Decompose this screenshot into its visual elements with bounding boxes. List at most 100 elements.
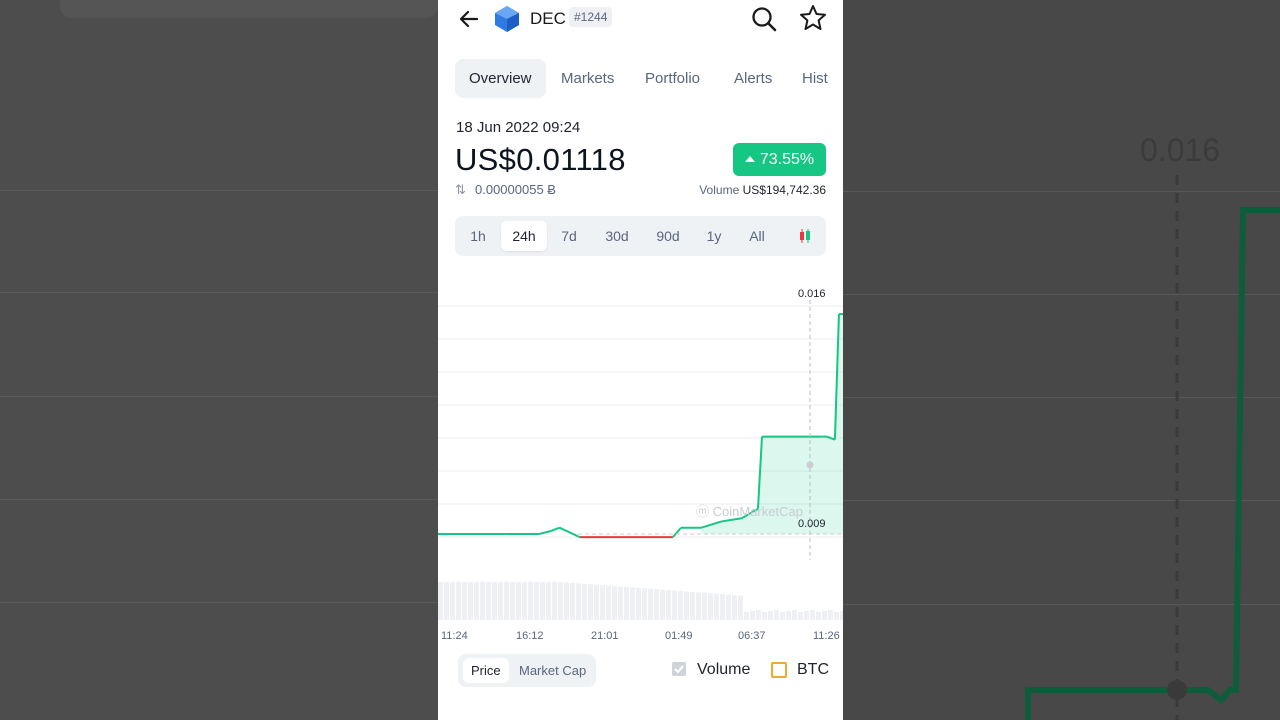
search-icon[interactable] [750, 5, 778, 33]
volume-bar [642, 588, 647, 620]
time-range-selector: 1h 24h 7d 30d 90d 1y All [455, 216, 826, 256]
price-line-segment [538, 529, 552, 535]
price-chart[interactable]: 11:24 16:12 21:01 01:49 06:37 11:26 0.016 0.0… [438, 280, 843, 650]
checkmark-icon [674, 665, 684, 674]
coin-symbol: DEC [530, 9, 566, 28]
price-line-segment [559, 526, 581, 539]
btc-checkbox[interactable] [771, 662, 787, 678]
volume-checkbox[interactable] [672, 662, 686, 676]
volume-bar [804, 611, 809, 620]
volume-bar [546, 582, 551, 620]
range-90d[interactable]: 90d [646, 221, 690, 251]
volume-bar [510, 582, 515, 620]
volume-bar [618, 586, 623, 620]
caret-up-icon [744, 156, 755, 162]
volume-bar [756, 610, 761, 620]
range-30d[interactable]: 30d [595, 221, 639, 251]
background-left [0, 0, 438, 720]
volume-bar [834, 612, 839, 620]
x-tick-label: 11:26 [813, 630, 840, 642]
volume-summary: Volume US$194,742.36 [699, 183, 826, 197]
watermark-text: CoinMarketCap [712, 504, 803, 519]
volume-bar [570, 582, 575, 620]
tab-overview[interactable]: Overview [455, 59, 546, 98]
tab-alerts[interactable]: Alerts [734, 59, 772, 98]
volume-bar [528, 582, 533, 620]
volume-bar [684, 591, 689, 620]
volume-bar [438, 582, 443, 620]
current-price: US$0.01118 [455, 142, 626, 177]
background-header [60, 0, 438, 18]
back-arrow-icon[interactable] [456, 6, 482, 32]
volume-bar [522, 582, 527, 620]
volume-bar [750, 611, 755, 620]
volume-bar [624, 586, 629, 620]
background-gridline [0, 292, 438, 293]
price-toggle-button[interactable]: Price [463, 658, 509, 683]
range-7d[interactable]: 7d [551, 221, 587, 251]
coin-logo-icon [495, 6, 519, 32]
volume-bar [792, 610, 797, 620]
price-line-segment [672, 527, 682, 538]
price-chart-svg: 11:24 16:12 21:01 01:49 06:37 11:26 [438, 300, 843, 642]
range-24h[interactable]: 24h [501, 221, 547, 251]
volume-bar [534, 582, 539, 620]
volume-bar [462, 582, 467, 620]
volume-bar [480, 582, 485, 620]
volume-bar [726, 594, 731, 620]
range-1y[interactable]: 1y [697, 221, 731, 251]
volume-bar [444, 582, 449, 620]
swap-icon[interactable]: ⇅ [455, 182, 469, 198]
price-change-value: 73.55% [759, 151, 815, 168]
volume-bar [810, 610, 815, 620]
tab-portfolio[interactable]: Portfolio [645, 59, 700, 98]
volume-bar [648, 588, 653, 620]
chart-type-toggle: Price Market Cap [458, 654, 596, 687]
volume-bar [450, 582, 455, 620]
background-chart [1025, 175, 1280, 720]
star-icon[interactable] [799, 4, 827, 32]
volume-bar [588, 584, 593, 620]
volume-bar [492, 582, 497, 620]
tab-historical[interactable]: Hist [802, 59, 828, 98]
x-tick-label: 21:01 [591, 630, 619, 642]
volume-bar [606, 585, 611, 620]
volume-bar [504, 582, 509, 620]
range-all[interactable]: All [739, 221, 775, 251]
background-gridline [0, 190, 438, 191]
market-cap-toggle-button[interactable]: Market Cap [519, 658, 586, 683]
volume-bar [600, 585, 605, 620]
x-tick-label: 06:37 [738, 630, 766, 642]
x-tick-label: 11:24 [441, 630, 468, 642]
volume-bar [654, 589, 659, 620]
y-high-label: 0.016 [798, 288, 826, 300]
range-1h[interactable]: 1h [461, 221, 495, 251]
volume-bar [732, 595, 737, 620]
header: DEC #1244 [438, 0, 843, 40]
volume-bar [774, 610, 779, 620]
background-gridline [0, 499, 438, 500]
volume-bar [708, 593, 713, 620]
background-right: 0.016 [843, 0, 1280, 720]
volume-bar [786, 611, 791, 620]
volume-bar [678, 591, 683, 620]
volume-value: US$194,742.36 [742, 183, 826, 197]
btc-price: 0.00000055 Ƀ [475, 182, 556, 197]
volume-bar [636, 587, 641, 620]
volume-bar [576, 583, 581, 620]
volume-bar [582, 583, 587, 620]
volume-bar [744, 612, 749, 620]
volume-bar [474, 582, 479, 620]
tab-bar: Overview Markets Portfolio Alerts Hist [455, 59, 843, 99]
volume-bar [486, 582, 491, 620]
volume-bar [690, 591, 695, 620]
candlestick-icon[interactable] [797, 228, 813, 244]
volume-bar [702, 592, 707, 620]
volume-bar [738, 595, 743, 620]
watermark: ⓜ CoinMarketCap [696, 504, 803, 519]
background-gridline [0, 396, 438, 397]
volume-bar [780, 612, 785, 620]
volume-bar [798, 612, 803, 620]
volume-bar [456, 582, 461, 620]
tab-markets[interactable]: Markets [561, 59, 614, 98]
